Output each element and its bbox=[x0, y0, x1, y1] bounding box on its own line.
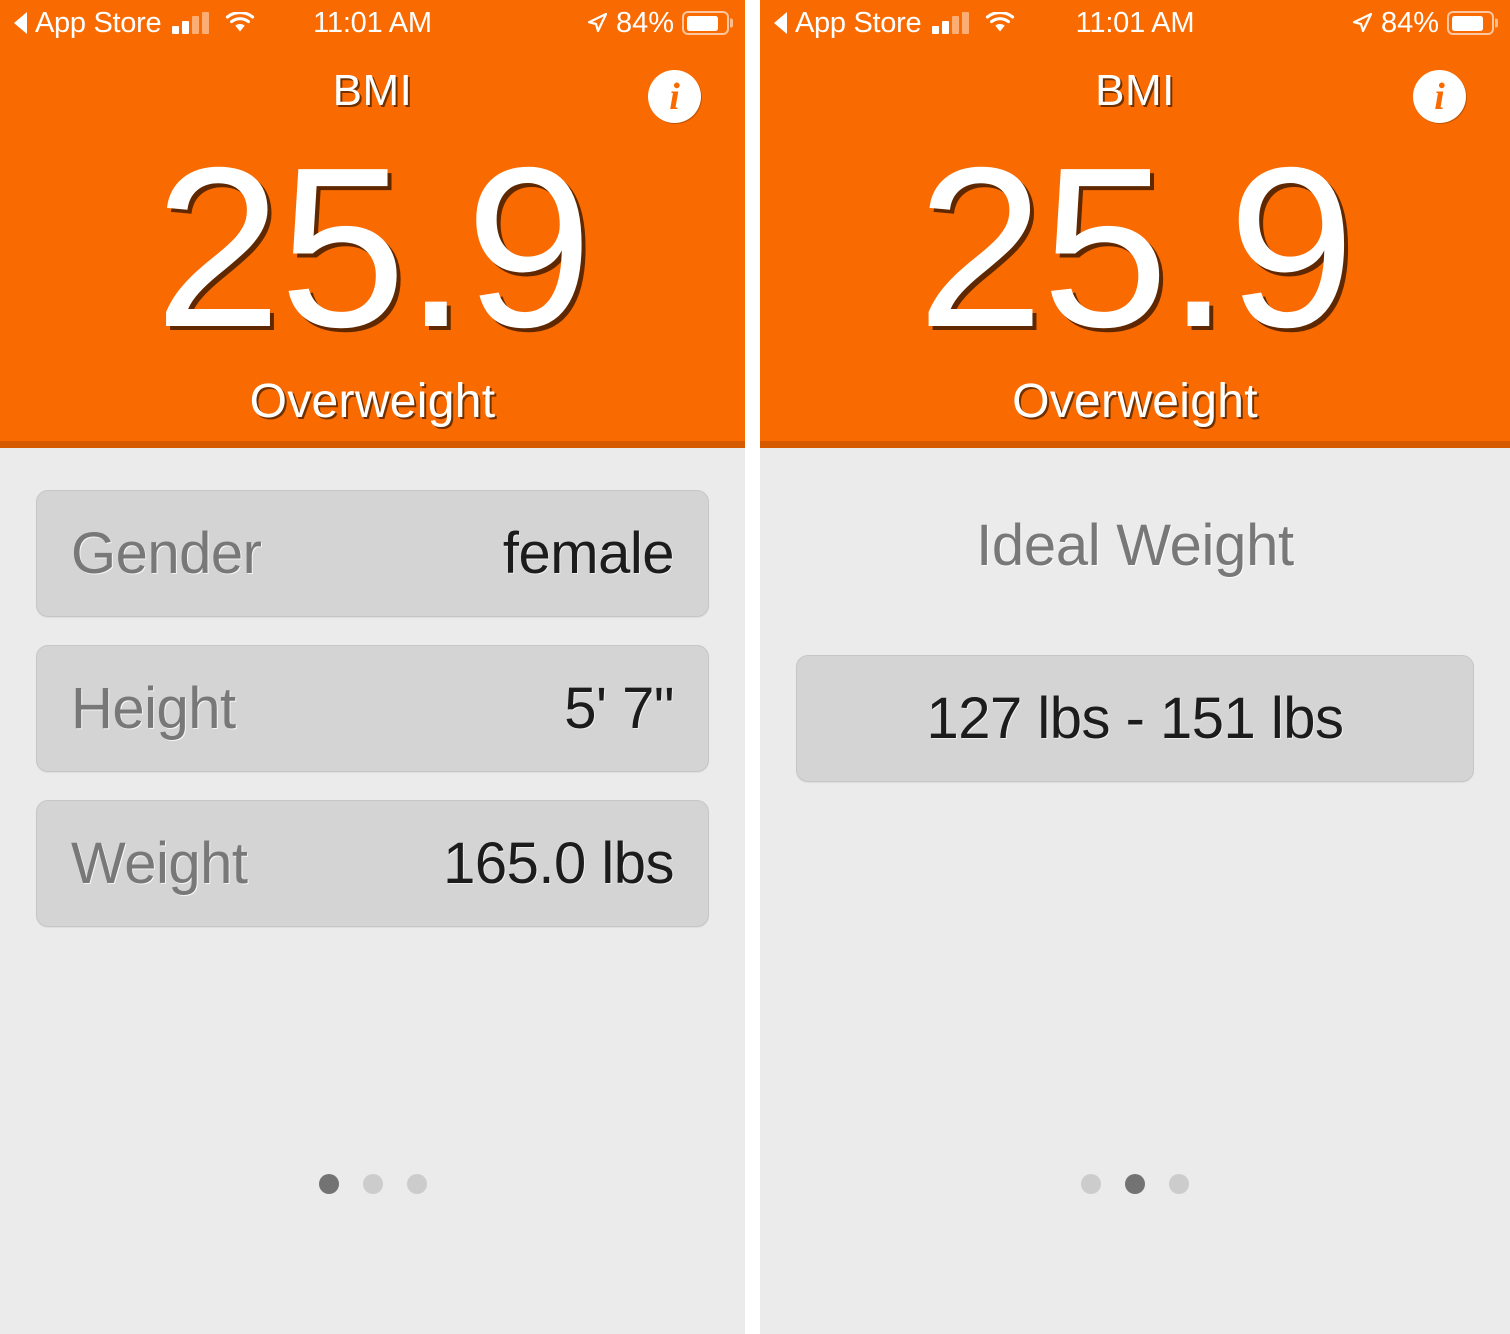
battery-icon bbox=[1447, 11, 1494, 35]
location-arrow-icon bbox=[587, 12, 608, 33]
row-value: 127 lbs - 151 lbs bbox=[926, 686, 1344, 751]
screen-ideal-weight: App Store 11:01 AM 84% BMI i 25.9 Overwe… bbox=[760, 0, 1510, 1334]
bmi-result-header: BMI i 25.9 Overweight bbox=[760, 46, 1510, 448]
bmi-category-label: Overweight bbox=[249, 375, 496, 428]
ideal-weight-heading: Ideal Weight bbox=[976, 513, 1294, 578]
row-label: Weight bbox=[71, 831, 248, 896]
row-height[interactable]: Height 5' 7" bbox=[36, 645, 709, 772]
location-arrow-icon bbox=[1352, 12, 1373, 33]
screen-bmi-inputs: App Store 11:01 AM 84% BMI i 25.9 Overwe… bbox=[0, 0, 745, 1334]
bmi-value: 25.9 bbox=[154, 121, 593, 375]
status-bar-left[interactable]: App Store bbox=[774, 8, 1015, 38]
status-bar-right: 84% bbox=[1351, 7, 1494, 40]
row-value: 165.0 lbs bbox=[443, 831, 674, 896]
status-bar-right: 84% bbox=[586, 7, 729, 40]
triangle-left-icon[interactable] bbox=[14, 12, 27, 34]
cellular-signal-icon bbox=[172, 12, 210, 34]
page-title: BMI bbox=[332, 66, 413, 115]
status-bar: App Store 11:01 AM 84% bbox=[760, 0, 1510, 46]
dual-screenshot-container: App Store 11:01 AM 84% BMI i 25.9 Overwe… bbox=[0, 0, 1510, 1334]
inputs-list: Gender female Height 5' 7" Weight 165.0 … bbox=[0, 448, 745, 1334]
wifi-icon bbox=[986, 12, 1015, 32]
page-dot-1[interactable] bbox=[1081, 1174, 1101, 1194]
row-value: 5' 7" bbox=[564, 676, 674, 741]
page-dot-2[interactable] bbox=[362, 1174, 383, 1194]
page-indicator[interactable] bbox=[760, 1174, 1510, 1194]
info-circle-icon[interactable]: i bbox=[648, 70, 701, 123]
bmi-value: 25.9 bbox=[917, 121, 1355, 375]
triangle-left-icon[interactable] bbox=[774, 12, 787, 34]
row-gender[interactable]: Gender female bbox=[36, 490, 709, 617]
row-value: female bbox=[502, 521, 675, 586]
bmi-category-label: Overweight bbox=[1012, 375, 1258, 428]
page-dot-3[interactable] bbox=[406, 1174, 427, 1194]
back-to-app-label[interactable]: App Store bbox=[35, 8, 162, 38]
page-dot-2[interactable] bbox=[1125, 1174, 1145, 1194]
row-ideal-weight-range[interactable]: 127 lbs - 151 lbs bbox=[796, 655, 1474, 782]
wifi-icon bbox=[226, 12, 255, 32]
battery-icon bbox=[682, 11, 729, 35]
back-to-app-label[interactable]: App Store bbox=[795, 8, 922, 38]
status-bar: App Store 11:01 AM 84% bbox=[0, 0, 745, 46]
battery-percent-label: 84% bbox=[615, 6, 674, 39]
bmi-result-header: BMI i 25.9 Overweight bbox=[0, 46, 745, 448]
row-label: Gender bbox=[71, 521, 262, 586]
page-indicator[interactable] bbox=[0, 1174, 745, 1194]
page-title: BMI bbox=[1095, 66, 1175, 115]
battery-percent-label: 84% bbox=[1380, 6, 1439, 39]
cellular-signal-icon bbox=[932, 12, 970, 34]
ideal-weight-panel: Ideal Weight 127 lbs - 151 lbs bbox=[760, 448, 1510, 1334]
status-bar-left[interactable]: App Store bbox=[14, 8, 255, 38]
info-circle-icon[interactable]: i bbox=[1413, 70, 1466, 123]
page-dot-1[interactable] bbox=[318, 1174, 339, 1194]
page-dot-3[interactable] bbox=[1169, 1174, 1189, 1194]
row-weight[interactable]: Weight 165.0 lbs bbox=[36, 800, 709, 927]
row-label: Height bbox=[71, 676, 236, 741]
